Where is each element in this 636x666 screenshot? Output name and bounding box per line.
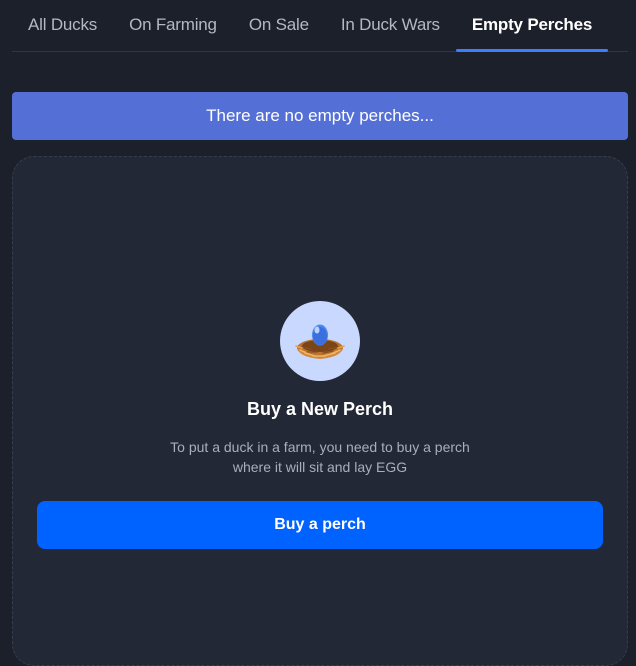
tab-bar: All Ducks On Farming On Sale In Duck War…	[12, 0, 628, 52]
empty-perches-banner: There are no empty perches...	[12, 92, 628, 140]
banner-text: There are no empty perches...	[206, 106, 434, 125]
card-description: To put a duck in a farm, you need to buy…	[170, 439, 470, 475]
tab-all-ducks[interactable]: All Ducks	[12, 0, 113, 51]
tab-on-sale[interactable]: On Sale	[233, 0, 325, 51]
tab-in-duck-wars[interactable]: In Duck Wars	[325, 0, 456, 51]
buy-perch-button[interactable]: Buy a perch	[37, 501, 603, 549]
egg-nest-icon	[280, 301, 360, 381]
tab-on-farming[interactable]: On Farming	[113, 0, 233, 51]
buy-perch-card: Buy a New Perch To put a duck in a farm,…	[12, 156, 628, 666]
tab-empty-perches[interactable]: Empty Perches	[455, 0, 609, 52]
egg-nest-graphic	[295, 324, 345, 359]
card-title: Buy a New Perch	[246, 399, 394, 419]
